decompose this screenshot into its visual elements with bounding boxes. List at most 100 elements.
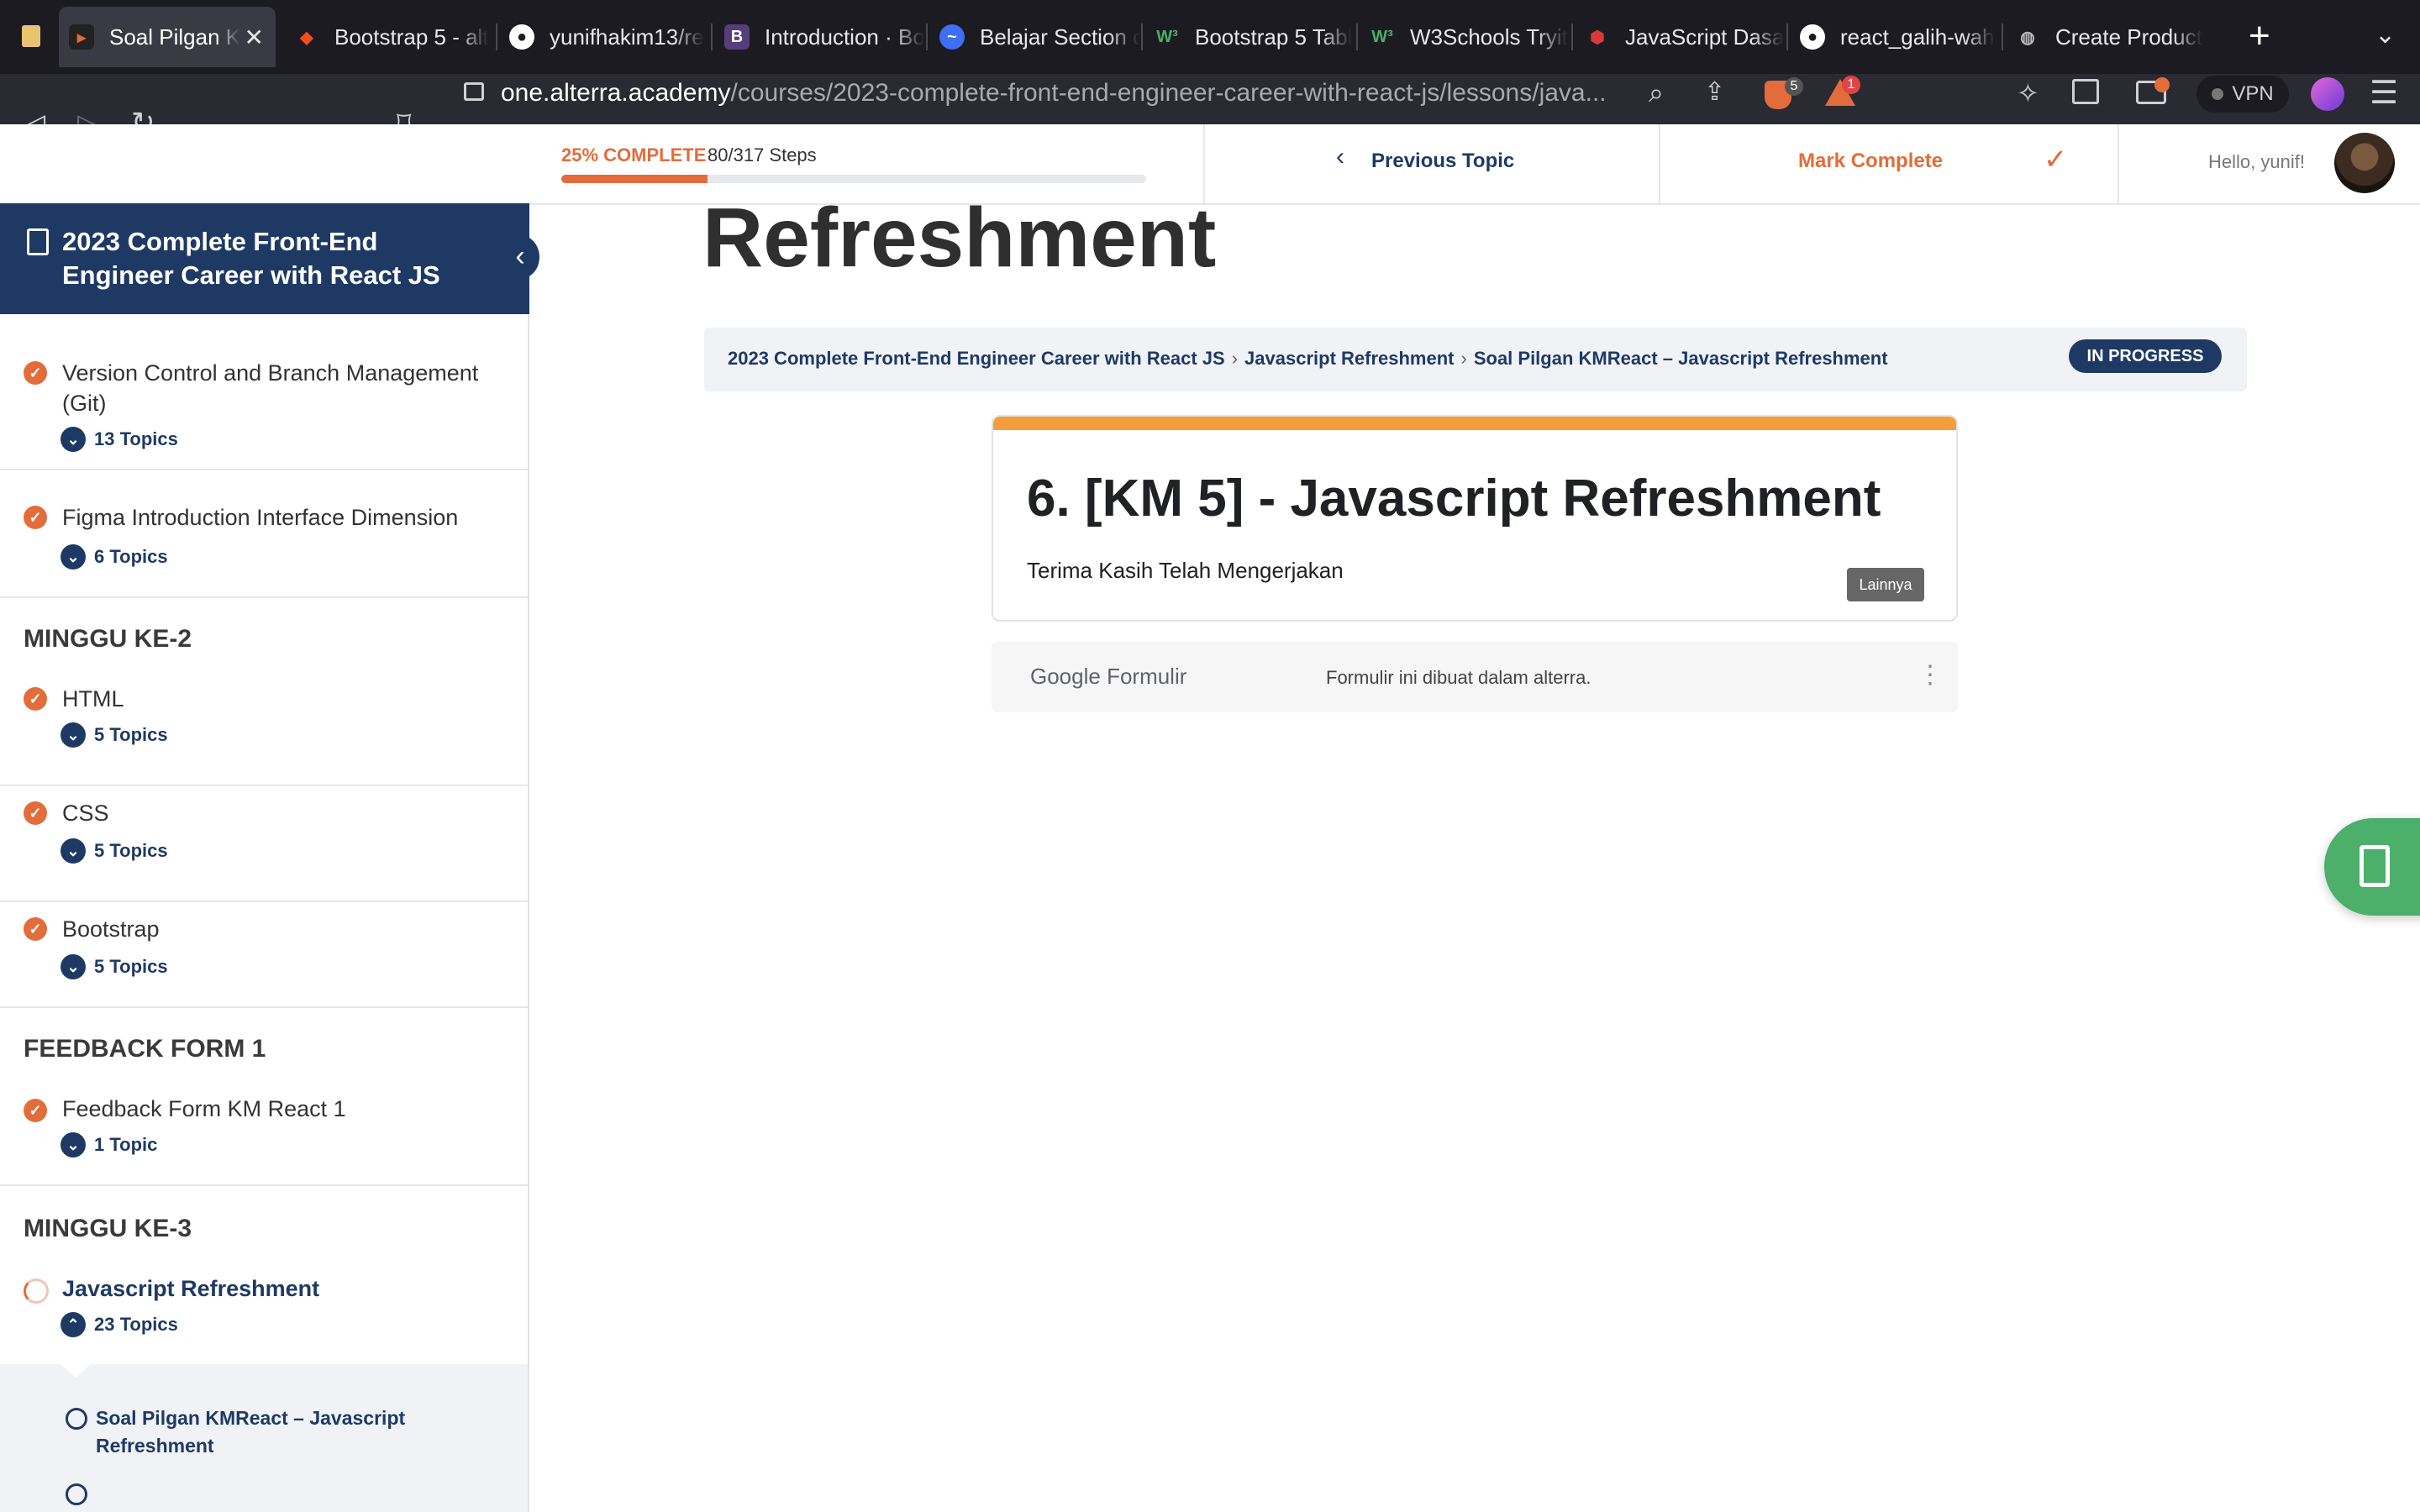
share-icon[interactable]: ⇪ [1704,77,1725,107]
lesson-complete-icon: ✓ [24,801,47,825]
globe-icon: ◍ [2020,28,2035,47]
lesson-figma[interactable]: ✓ Figma Introduction Interface Dimension… [0,470,528,598]
tab-github-yunif[interactable]: ● yunifhakim13/re [499,7,709,67]
close-tab-icon[interactable]: ✕ [245,24,264,51]
zoom-icon[interactable]: ⌕ [1649,77,1664,109]
tab-soal-pilgan[interactable]: ▸ Soal Pilgan K ✕ [59,7,276,67]
chevron-down-icon: ⌄ [60,838,86,864]
section-heading: FEEDBACK FORM 1 [24,1035,266,1063]
brave-badge: 5 [1785,77,1803,96]
checkmark-icon: ✓ [2044,144,2068,176]
lesson-complete-icon: ✓ [24,917,47,941]
alterra-icon: ▸ [69,24,94,50]
url-text[interactable]: one.alterra.academy/courses/2023-complet… [501,79,1607,108]
topic-circle-icon [66,1408,87,1430]
lesson-topics-toggle[interactable]: ⌄ 1 Topic [60,1132,157,1158]
w3schools-icon: W³ [1371,27,1393,46]
app-icon: ~ [939,24,965,50]
form-accent-bar [993,417,1956,430]
breadcrumb-current[interactable]: Soal Pilgan KMReact – Javascript Refresh… [1474,348,1888,369]
sidebar-toggle-icon[interactable] [22,25,40,47]
breadcrumb-trail: 2023 Complete Front-End Engineer Career … [728,348,1888,370]
lesson-html[interactable]: ✓ HTML ⌄ 5 Topics [0,672,528,786]
tab-w3schools-tryit[interactable]: W³ W3Schools Tryit [1360,7,1570,67]
lesson-topics-toggle[interactable]: ⌃ 23 Topics [60,1312,178,1337]
lesson-feedback-form[interactable]: ✓ Feedback Form KM React 1 ⌄ 1 Topic [0,1084,528,1186]
js-icon: ⬢ [1590,28,1605,47]
lesson-topics-toggle[interactable]: ⌄ 5 Topics [60,954,168,979]
lesson-topics-toggle[interactable]: ⌄ 5 Topics [60,838,168,864]
new-tab-icon[interactable]: + [2249,15,2270,57]
lesson-git[interactable]: ✓ Version Control and Branch Management … [0,334,528,470]
status-badge: IN PROGRESS [2069,339,2222,373]
breadcrumb-link[interactable]: Javascript Refreshment [1244,348,1454,369]
lesson-topics-toggle[interactable]: ⌄ 5 Topics [60,722,168,748]
lesson-complete-icon: ✓ [24,687,47,711]
chevron-left-icon: ‹ [1336,143,1344,171]
alert-badge: 1 [1842,76,1860,94]
lesson-complete-icon: ✓ [24,1099,47,1122]
avatar[interactable] [2334,133,2395,193]
phone-icon [2360,845,2390,887]
form-footer-note: Formulir ini dibuat dalam alterra. [1326,667,1591,688]
tab-javascript-dasar[interactable]: ⬢ JavaScript Dasa [1575,7,1785,67]
progress-percent: 25% COMPLETE [561,144,707,165]
page-title: Refreshment [702,191,1217,285]
lesson-javascript-refreshment[interactable]: Javascript Refreshment ⌃ 23 Topics [0,1263,528,1364]
github-icon: ● [1800,24,1825,50]
bootstrap-icon: B [724,24,750,50]
section-heading: MINGGU KE-2 [24,625,192,653]
figma-icon: ◆ [294,24,319,50]
breadcrumb-separator-icon: › [1460,348,1467,369]
chevron-down-icon: ⌄ [60,427,86,452]
user-greeting: Hello, yunif! [2208,151,2305,172]
lainnya-button[interactable]: Lainnya [1847,568,1924,601]
topic-circle-icon [66,1483,87,1505]
lesson-topics-toggle[interactable]: ⌄ 6 Topics [60,544,168,570]
progress-bar [561,175,1146,183]
more-options-icon[interactable]: ⋮ [1918,660,1943,690]
lesson-bootstrap[interactable]: ✓ Bootstrap ⌄ 5 Topics [0,902,528,1008]
w3schools-icon: W³ [1156,27,1178,46]
form-message: Terima Kasih Telah Mengerjakan [1027,558,1344,583]
lesson-complete-icon: ✓ [24,361,47,385]
vpn-button[interactable]: VPN [2196,76,2289,113]
previous-topic-label: Previous Topic [1371,150,1515,172]
progress-steps: 80/317 Steps [708,144,817,165]
tab-create-product[interactable]: ◍ Create Product [2005,7,2223,67]
profile-avatar-icon[interactable] [2311,77,2344,111]
tab-bootstrap-table[interactable]: W³ Bootstrap 5 Tabl [1144,7,1355,67]
tab-belajar-section[interactable]: ~ Belajar Section c [929,7,1139,67]
chevron-up-icon: ⌃ [60,1312,86,1337]
chevron-down-icon: ⌄ [60,544,86,570]
google-forms-logo[interactable]: Google Formulir [1030,664,1186,690]
lock-icon [464,82,484,101]
collapse-sidebar-button[interactable]: ‹ [501,235,539,279]
extensions-icon[interactable]: ✧ [2017,77,2039,109]
tab-bootstrap-intro[interactable]: B Introduction · Bo [714,7,924,67]
breadcrumb-link[interactable]: 2023 Complete Front-End Engineer Career … [728,348,1225,369]
browser-tab-bar: ▸ Soal Pilgan K ✕ ◆ Bootstrap 5 - alt ● … [0,0,2420,74]
lesson-complete-icon: ✓ [24,506,47,529]
topic-list-pointer [60,1364,91,1378]
course-doc-icon [27,228,49,255]
section-heading: MINGGU KE-3 [24,1215,192,1242]
breadcrumb-separator-icon: › [1231,348,1239,369]
chevron-down-icon: ⌄ [60,954,86,979]
tab-list-chevron-icon[interactable]: ⌄ [2375,20,2396,50]
in-progress-icon [24,1278,49,1304]
wallet-badge [2154,77,2170,92]
lesson-css[interactable]: ✓ CSS ⌄ 5 Topics [0,786,528,902]
progress-bar-fill [561,175,708,183]
vpn-status-icon [2212,88,2224,100]
sidebar-panel-icon[interactable] [2072,79,2099,104]
sidebar-course-title[interactable]: 2023 Complete Front-End Engineer Career … [62,225,466,292]
tab-bootstrap-alt[interactable]: ◆ Bootstrap 5 - alt [284,7,494,67]
tab-react-galih[interactable]: ● react_galih-wah [1790,7,2000,67]
lesson-topics-toggle[interactable]: ⌄ 13 Topics [60,427,178,452]
mark-complete-label: Mark Complete [1798,150,1944,172]
form-title: 6. [KM 5] - Javascript Refreshment [1027,470,1881,528]
menu-icon[interactable]: ☰ [2370,74,2398,112]
chevron-down-icon: ⌄ [60,722,86,748]
chevron-down-icon: ⌄ [60,1132,86,1158]
